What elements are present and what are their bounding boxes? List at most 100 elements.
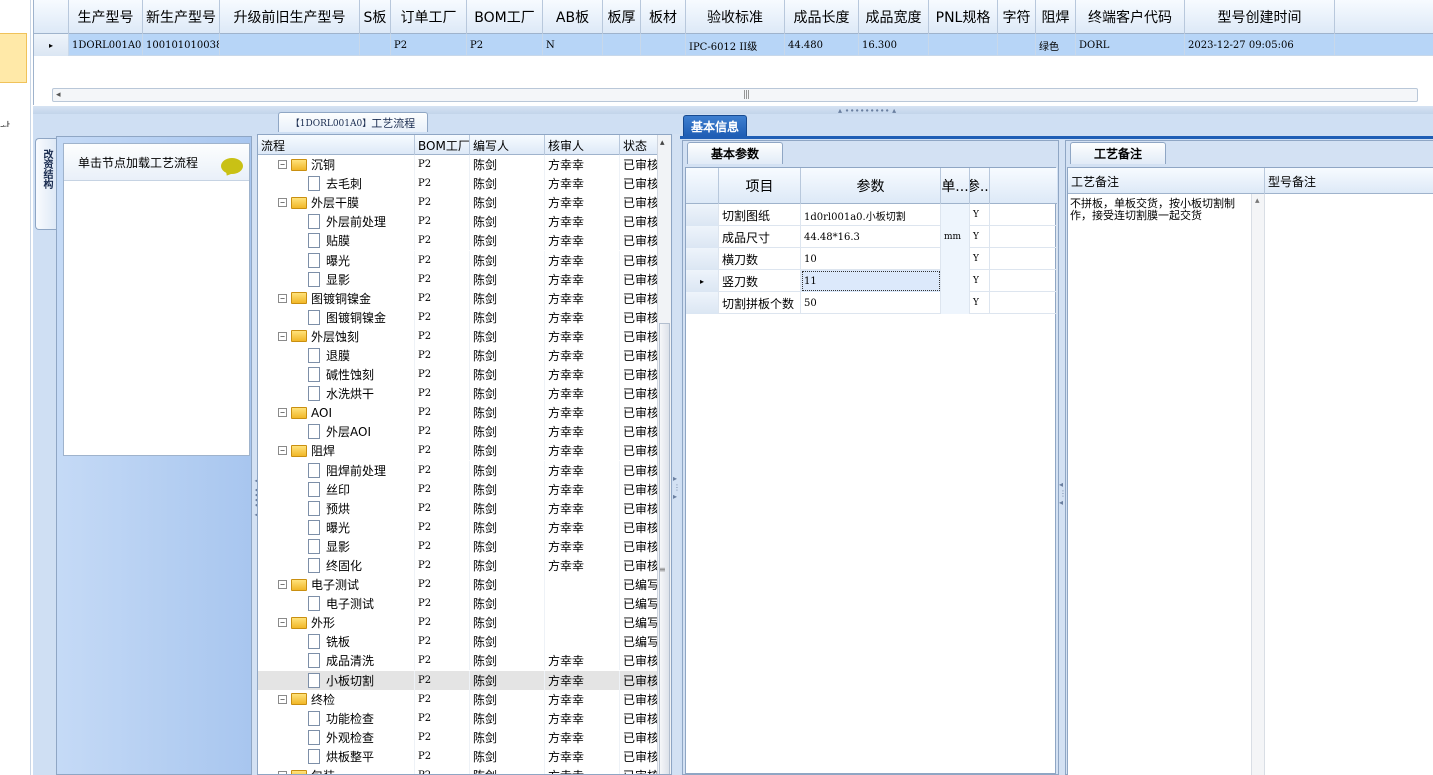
reviewer-cell[interactable]: 方幸幸 xyxy=(545,231,620,251)
tree-node-cell[interactable]: − 外层蚀刻 xyxy=(258,326,415,346)
param-item-cell[interactable]: 切割拼板个数 xyxy=(719,292,801,314)
scroll-grip-icon[interactable]: ≡ xyxy=(659,565,666,574)
tree-node[interactable]: 阻焊前处理 xyxy=(308,462,386,479)
writer-cell[interactable]: 陈剑 xyxy=(470,174,545,194)
tree-node[interactable]: 显影 xyxy=(308,538,350,555)
status-cell[interactable]: 已审核 xyxy=(620,689,658,709)
tree-node[interactable]: − 阻焊 xyxy=(278,442,335,459)
bom-factory-cell[interactable]: P2 xyxy=(415,517,470,537)
status-cell[interactable]: 已编写 xyxy=(620,613,658,633)
params-col-header[interactable]: 项目 xyxy=(719,168,801,204)
writer-cell[interactable]: 陈剑 xyxy=(470,231,545,251)
tree-node[interactable]: − 沉铜 xyxy=(278,156,335,173)
col-header[interactable]: 升级前旧生产型号 xyxy=(220,0,360,34)
tree-node[interactable]: − 外形 xyxy=(278,614,335,631)
tree-row[interactable]: 阻焊前处理 P2 陈剑 方幸幸 已审核 xyxy=(258,460,658,480)
bom-factory-cell[interactable]: P2 xyxy=(415,212,470,232)
param-item-cell[interactable]: 横刀数 xyxy=(719,248,801,270)
grid-cell[interactable] xyxy=(998,34,1036,56)
col-header[interactable]: 成品长度 xyxy=(785,0,859,34)
tree-node-cell[interactable]: − 阻焊 xyxy=(258,441,415,461)
bom-factory-cell[interactable]: P2 xyxy=(415,727,470,747)
scroll-grip-icon[interactable]: ||| xyxy=(743,90,750,100)
horizontal-splitter[interactable]: ▴ ∙∙∙∙∙∙∙∙∙ ▴ xyxy=(33,106,1433,115)
param-item-cell[interactable]: 成品尺寸 xyxy=(719,226,801,248)
param-value-cell[interactable]: 11 xyxy=(801,270,941,292)
tree-node-cell[interactable]: 去毛刺 xyxy=(258,174,415,194)
param-unit-cell[interactable]: mm xyxy=(941,226,970,248)
bom-factory-cell[interactable]: P2 xyxy=(415,441,470,461)
reviewer-cell[interactable] xyxy=(545,632,620,652)
tree-row[interactable]: 电子测试 P2 陈剑 已编写 xyxy=(258,594,658,614)
tree-row[interactable]: 外观检查 P2 陈剑 方幸幸 已审核 xyxy=(258,727,658,747)
col-header[interactable]: 生产型号 xyxy=(69,0,143,34)
collapse-icon[interactable]: − xyxy=(278,771,287,774)
status-cell[interactable]: 已审核 xyxy=(620,155,658,175)
tree-node[interactable]: 退膜 xyxy=(308,347,350,364)
param-value-cell[interactable]: 50 xyxy=(801,292,941,314)
col-header[interactable]: 验收标准 xyxy=(686,0,785,34)
grid-cell[interactable]: IPC-6012 II级 xyxy=(686,34,785,56)
grid-cell[interactable] xyxy=(220,34,360,56)
tree-col-header[interactable]: 流程 xyxy=(258,135,415,155)
tree-row[interactable]: 外层AOI P2 陈剑 方幸幸 已审核 xyxy=(258,422,658,442)
writer-cell[interactable]: 陈剑 xyxy=(470,479,545,499)
tree-node[interactable]: 贴膜 xyxy=(308,232,350,249)
tree-node-cell[interactable]: 终固化 xyxy=(258,556,415,576)
writer-cell[interactable]: 陈剑 xyxy=(470,651,545,671)
col-header[interactable]: BOM工厂 xyxy=(467,0,543,34)
bom-factory-cell[interactable]: P2 xyxy=(415,326,470,346)
reviewer-cell[interactable]: 方幸幸 xyxy=(545,536,620,556)
bom-factory-cell[interactable]: P2 xyxy=(415,345,470,365)
reviewer-cell[interactable]: 方幸幸 xyxy=(545,670,620,690)
reviewer-cell[interactable]: 方幸幸 xyxy=(545,288,620,308)
tree-row[interactable]: 显影 P2 陈剑 方幸幸 已审核 xyxy=(258,269,658,289)
col-header[interactable]: AB板 xyxy=(543,0,603,34)
writer-cell[interactable]: 陈剑 xyxy=(470,556,545,576)
tree-col-header[interactable]: 状态 xyxy=(620,135,658,155)
tree-node-cell[interactable]: − 沉铜 xyxy=(258,155,415,175)
tree-node[interactable]: 铣板 xyxy=(308,633,350,650)
status-cell[interactable]: 已审核 xyxy=(620,269,658,289)
tree-row[interactable]: − 包装 P2陈剑方幸幸已审核 xyxy=(258,766,658,774)
tree-node[interactable]: 终固化 xyxy=(308,557,362,574)
scroll-thumb[interactable] xyxy=(659,323,670,774)
reviewer-cell[interactable]: 方幸幸 xyxy=(545,403,620,423)
writer-cell[interactable]: 陈剑 xyxy=(470,155,545,175)
tree-node[interactable]: 功能检查 xyxy=(308,710,374,727)
grid-cell[interactable] xyxy=(641,34,686,56)
status-cell[interactable]: 已审核 xyxy=(620,746,658,766)
bom-factory-cell[interactable]: P2 xyxy=(415,269,470,289)
col-model-note[interactable]: 型号备注 xyxy=(1265,168,1433,194)
params-row[interactable]: 切割拼板个数 50 Y xyxy=(686,292,1057,314)
tree-node[interactable]: − 外层干膜 xyxy=(278,194,359,211)
tree-node[interactable]: 曝光 xyxy=(308,519,350,536)
chat-bubble-icon[interactable] xyxy=(221,158,243,174)
scroll-up-icon[interactable]: ▴ xyxy=(1255,196,1260,206)
bom-factory-cell[interactable]: P2 xyxy=(415,556,470,576)
tree-node-cell[interactable]: 曝光 xyxy=(258,517,415,537)
params-col-header[interactable]: 单... xyxy=(941,168,970,204)
writer-cell[interactable]: 陈剑 xyxy=(470,766,545,774)
writer-cell[interactable]: 陈剑 xyxy=(470,193,545,213)
reviewer-cell[interactable]: 方幸幸 xyxy=(545,556,620,576)
col-header[interactable]: 成品宽度 xyxy=(859,0,929,34)
collapse-icon[interactable]: − xyxy=(278,446,287,456)
status-cell[interactable]: 已审核 xyxy=(620,556,658,576)
grid-cell[interactable]: 2023-12-27 09:05:06 xyxy=(1185,34,1335,56)
col-header[interactable]: 阻焊 xyxy=(1036,0,1076,34)
tree-node[interactable]: 水洗烘干 xyxy=(308,385,374,402)
bom-factory-cell[interactable]: P2 xyxy=(415,384,470,404)
col-header[interactable]: 字符 xyxy=(998,0,1036,34)
grid-cell[interactable]: P2 xyxy=(391,34,467,56)
tree-node-cell[interactable]: 阻焊前处理 xyxy=(258,460,415,480)
bom-factory-cell[interactable]: P2 xyxy=(415,746,470,766)
tree-node[interactable]: 碱性蚀刻 xyxy=(308,366,374,383)
writer-cell[interactable]: 陈剑 xyxy=(470,269,545,289)
grid-cell[interactable]: DORL xyxy=(1076,34,1185,56)
reviewer-cell[interactable]: 方幸幸 xyxy=(545,212,620,232)
grid-cell[interactable] xyxy=(360,34,391,56)
tree-node[interactable]: − 终检 xyxy=(278,691,335,708)
model-grid-row[interactable]: ▸1DORL001A010010101003803P2P2NIPC-6012 I… xyxy=(34,34,1433,56)
bom-factory-cell[interactable]: P2 xyxy=(415,193,470,213)
